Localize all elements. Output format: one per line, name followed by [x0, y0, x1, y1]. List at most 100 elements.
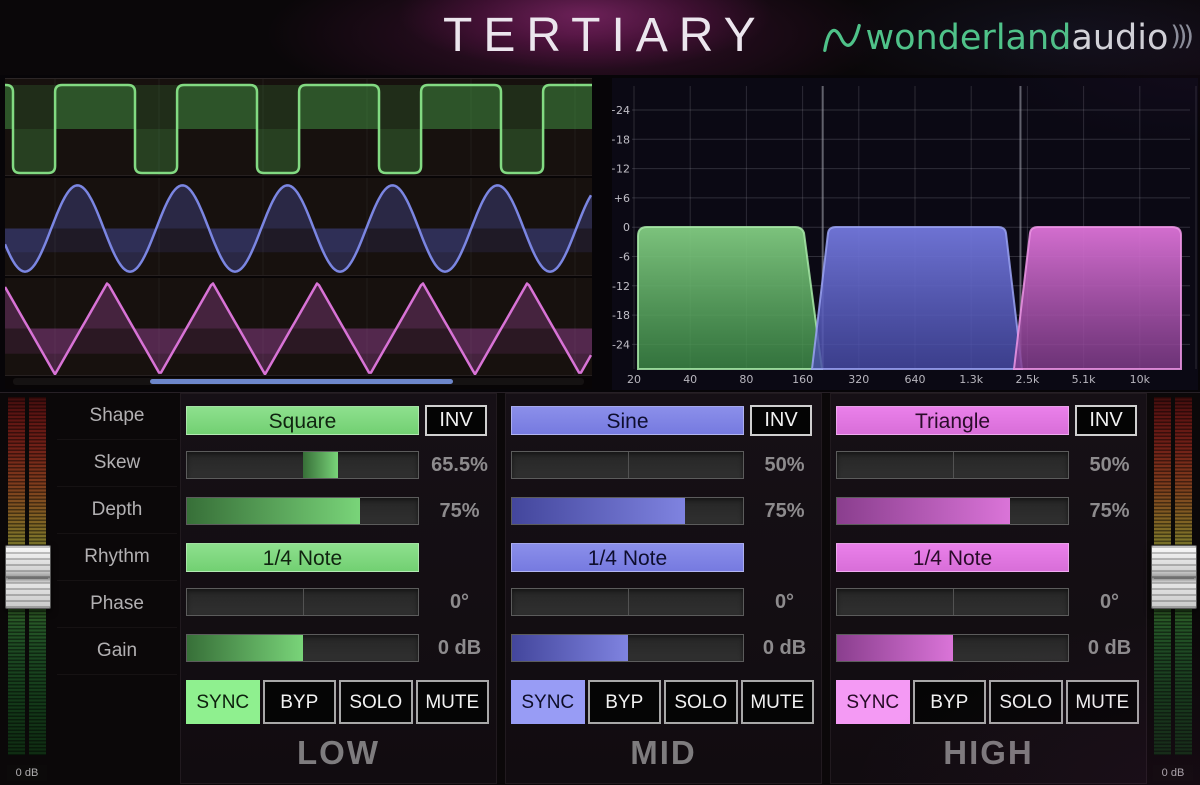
svg-text:640: 640	[905, 373, 926, 386]
skew-slider-mid[interactable]	[511, 451, 744, 479]
waveform-scrollbar[interactable]	[13, 378, 584, 385]
parameter-labels-column: Shape Skew Depth Rhythm Phase Gain	[57, 393, 177, 671]
svg-text:1.3k: 1.3k	[959, 373, 983, 386]
gain-slider-mid[interactable]	[511, 634, 744, 662]
solo-button-mid[interactable]: SOLO	[664, 680, 738, 724]
label-rhythm: Rhythm	[57, 534, 177, 581]
phase-value-low: 0°	[421, 588, 498, 616]
mute-button-low[interactable]: MUTE	[416, 680, 490, 724]
brand-name-green: wonderland	[865, 18, 1071, 58]
invert-button-high[interactable]: INV	[1075, 405, 1137, 436]
rhythm-selector-low[interactable]: 1/4 Note	[186, 543, 419, 572]
label-phase: Phase	[57, 581, 177, 628]
band-title-low: LOW	[181, 734, 496, 772]
rhythm-selector-high[interactable]: 1/4 Note	[836, 543, 1069, 572]
shape-selector-low[interactable]: Square	[186, 406, 419, 435]
depth-value-low: 75%	[421, 497, 498, 525]
gain-value-high: 0 dB	[1071, 634, 1148, 662]
gain-value-mid: 0 dB	[746, 634, 823, 662]
sync-button-high[interactable]: SYNC	[836, 680, 910, 724]
control-area: 0 dB Shape Skew Depth Rhythm Phase Gain …	[0, 392, 1200, 785]
lfo-waveform-display	[5, 78, 592, 389]
band-panel-low: Square INV 65.5% 75% 1/4 Note 0° 0 dB SY…	[180, 393, 497, 784]
svg-text:+24: +24	[612, 104, 630, 117]
input-gain-fader[interactable]	[5, 545, 51, 609]
label-skew: Skew	[57, 440, 177, 487]
svg-text:+18: +18	[612, 133, 630, 146]
svg-text:-18: -18	[612, 309, 630, 322]
input-meter-value: 0 dB	[7, 765, 47, 781]
svg-text:+12: +12	[612, 163, 630, 176]
sine-wave-display	[5, 178, 592, 275]
rhythm-selector-mid[interactable]: 1/4 Note	[511, 543, 744, 572]
spectrum-graph: +24 +18 +12 +6 0 -6 -12 -18 -24 20 40 80 160 320 640 1.…	[612, 78, 1198, 390]
shape-selector-mid[interactable]: Sine	[511, 406, 744, 435]
triangle-wave-display	[5, 278, 592, 375]
bypass-button-mid[interactable]: BYP	[588, 680, 662, 724]
gain-slider-high[interactable]	[836, 634, 1069, 662]
skew-value-high: 50%	[1071, 451, 1148, 479]
band-panel-high: Triangle INV 50% 75% 1/4 Note 0° 0 dB SY…	[830, 393, 1147, 784]
solo-button-high[interactable]: SOLO	[989, 680, 1063, 724]
svg-text:+6: +6	[614, 192, 630, 205]
skew-value-mid: 50%	[746, 451, 823, 479]
svg-text:-6: -6	[619, 251, 630, 264]
brand-logo: wonderlandaudio)))	[821, 14, 1190, 62]
brand-name-light: audio	[1071, 18, 1168, 58]
svg-text:-24: -24	[612, 338, 630, 351]
svg-text:0: 0	[623, 221, 630, 234]
phase-slider-low[interactable]	[186, 588, 419, 616]
svg-text:-12: -12	[612, 280, 630, 293]
label-gain: Gain	[57, 628, 177, 675]
label-depth: Depth	[57, 487, 177, 534]
gain-value-low: 0 dB	[421, 634, 498, 662]
output-gain-fader[interactable]	[1151, 545, 1197, 609]
waveform-scrollbar-thumb[interactable]	[150, 379, 453, 384]
svg-text:10k: 10k	[1130, 373, 1151, 386]
svg-text:20: 20	[627, 373, 641, 386]
skew-value-low: 65.5%	[421, 451, 498, 479]
skew-slider-high[interactable]	[836, 451, 1069, 479]
crossover-spectrum-display[interactable]: +24 +18 +12 +6 0 -6 -12 -18 -24 20 40 80 160 320 640 1.…	[612, 78, 1198, 390]
svg-text:160: 160	[792, 373, 813, 386]
sine-logo-icon	[821, 14, 863, 62]
band-panel-mid: Sine INV 50% 75% 1/4 Note 0° 0 dB SYNC B…	[505, 393, 822, 784]
svg-text:40: 40	[683, 373, 697, 386]
invert-button-mid[interactable]: INV	[750, 405, 812, 436]
shape-selector-high[interactable]: Triangle	[836, 406, 1069, 435]
plugin-window: TERTIARY wonderlandaudio))) +24 +18 +12 +6 0…	[0, 0, 1200, 785]
svg-text:320: 320	[848, 373, 869, 386]
input-level-meter: 0 dB	[7, 397, 47, 783]
gain-slider-low[interactable]	[186, 634, 419, 662]
output-meter-value: 0 dB	[1153, 765, 1193, 781]
output-level-meter: 0 dB	[1153, 397, 1193, 783]
header: TERTIARY wonderlandaudio)))	[0, 0, 1200, 75]
depth-slider-mid[interactable]	[511, 497, 744, 525]
bypass-button-low[interactable]: BYP	[263, 680, 337, 724]
phase-slider-high[interactable]	[836, 588, 1069, 616]
phase-value-high: 0°	[1071, 588, 1148, 616]
sound-waves-icon: )))	[1170, 21, 1190, 52]
plugin-title: TERTIARY	[443, 8, 767, 63]
bypass-button-high[interactable]: BYP	[913, 680, 987, 724]
sync-button-mid[interactable]: SYNC	[511, 680, 585, 724]
mute-button-mid[interactable]: MUTE	[741, 680, 815, 724]
label-shape: Shape	[57, 393, 177, 440]
depth-value-mid: 75%	[746, 497, 823, 525]
mute-button-high[interactable]: MUTE	[1066, 680, 1140, 724]
svg-text:2.5k: 2.5k	[1015, 373, 1039, 386]
sync-button-low[interactable]: SYNC	[186, 680, 260, 724]
phase-slider-mid[interactable]	[511, 588, 744, 616]
invert-button-low[interactable]: INV	[425, 405, 487, 436]
depth-slider-high[interactable]	[836, 497, 1069, 525]
square-wave-display	[5, 79, 592, 175]
svg-text:5.1k: 5.1k	[1072, 373, 1096, 386]
phase-value-mid: 0°	[746, 588, 823, 616]
skew-slider-low[interactable]	[186, 451, 419, 479]
depth-slider-low[interactable]	[186, 497, 419, 525]
depth-value-high: 75%	[1071, 497, 1148, 525]
solo-button-low[interactable]: SOLO	[339, 680, 413, 724]
band-title-mid: MID	[506, 734, 821, 772]
band-title-high: HIGH	[831, 734, 1146, 772]
svg-text:80: 80	[739, 373, 753, 386]
